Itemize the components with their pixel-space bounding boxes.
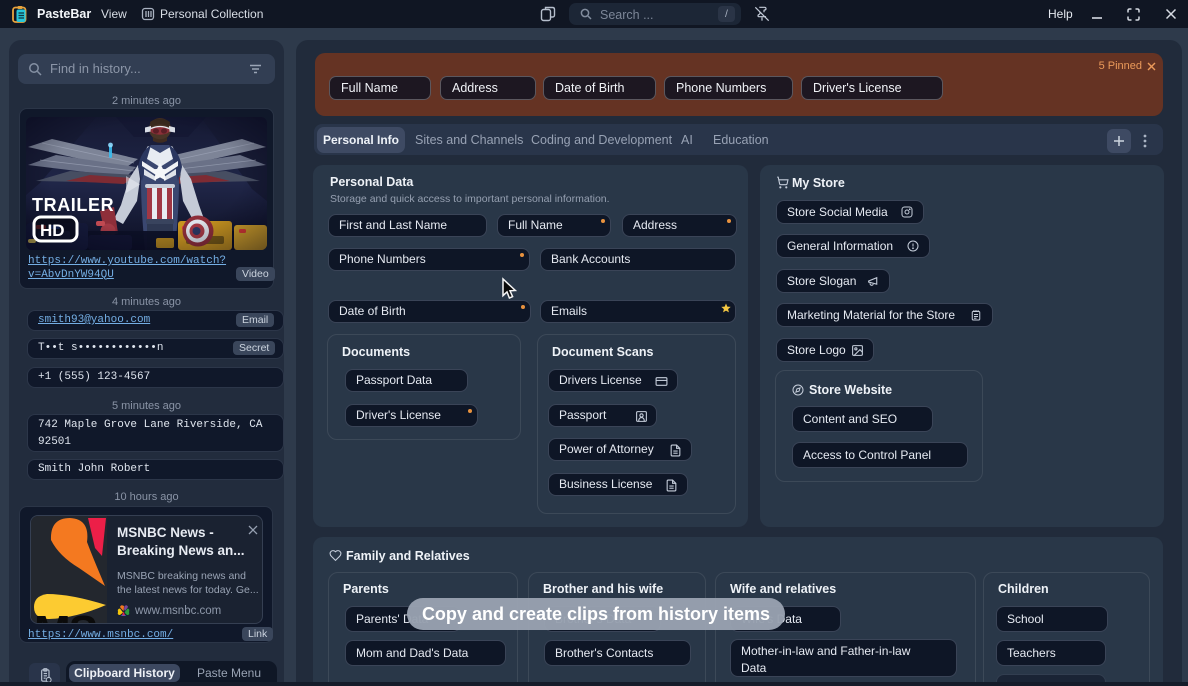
svg-text:MS: MS [34,607,97,624]
svg-text:HD: HD [40,221,65,240]
svg-text:TRAILER: TRAILER [32,195,114,215]
